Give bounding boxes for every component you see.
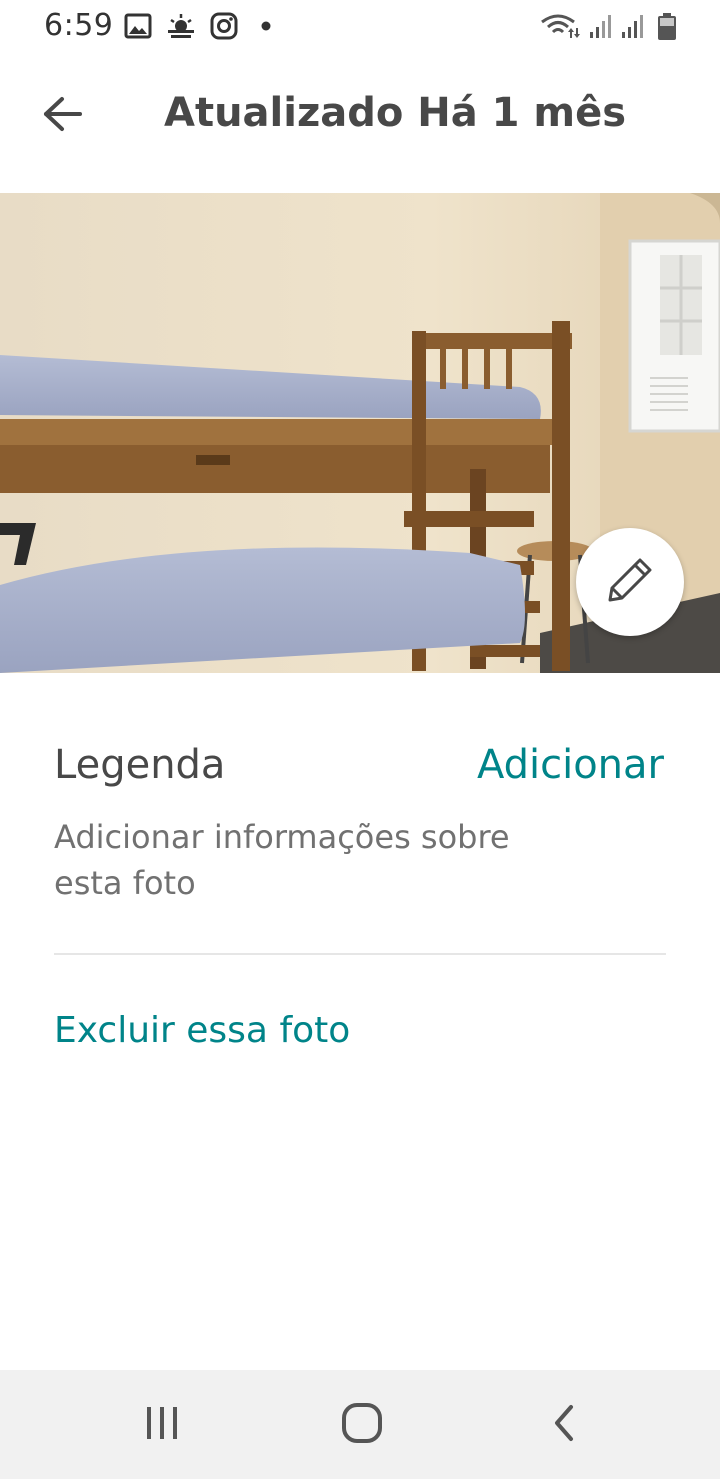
status-bar: 6:59 [0, 0, 720, 54]
caption-help-text: Adicionar informações sobre esta foto [54, 818, 510, 902]
battery-icon [656, 12, 678, 40]
add-caption-button[interactable]: Adicionar [477, 742, 664, 788]
weather-icon [166, 12, 196, 40]
dot-icon [260, 12, 272, 40]
arrow-left-icon [42, 96, 82, 136]
wifi-icon [540, 12, 580, 40]
recent-apps-icon [142, 1403, 182, 1447]
caption-label: Legenda [54, 742, 226, 788]
status-time: 6:59 [44, 8, 114, 43]
app-header: Atualizado Há 1 mês [0, 64, 720, 174]
divider [54, 953, 666, 955]
home-icon [340, 1401, 384, 1449]
signal-icon [588, 12, 614, 40]
page-title: Atualizado Há 1 mês [164, 90, 627, 136]
edit-photo-button[interactable] [576, 528, 684, 636]
signal-icon [620, 12, 646, 40]
pencil-icon [604, 554, 656, 610]
gallery-icon [124, 12, 152, 40]
recent-apps-button[interactable] [132, 1400, 192, 1450]
instagram-icon [210, 12, 238, 40]
home-button[interactable] [332, 1400, 392, 1450]
back-icon [549, 1403, 579, 1447]
system-back-button[interactable] [534, 1400, 594, 1450]
delete-photo-button[interactable]: Excluir essa foto [54, 1010, 350, 1051]
back-button[interactable] [30, 84, 94, 148]
navigation-bar [0, 1370, 720, 1479]
